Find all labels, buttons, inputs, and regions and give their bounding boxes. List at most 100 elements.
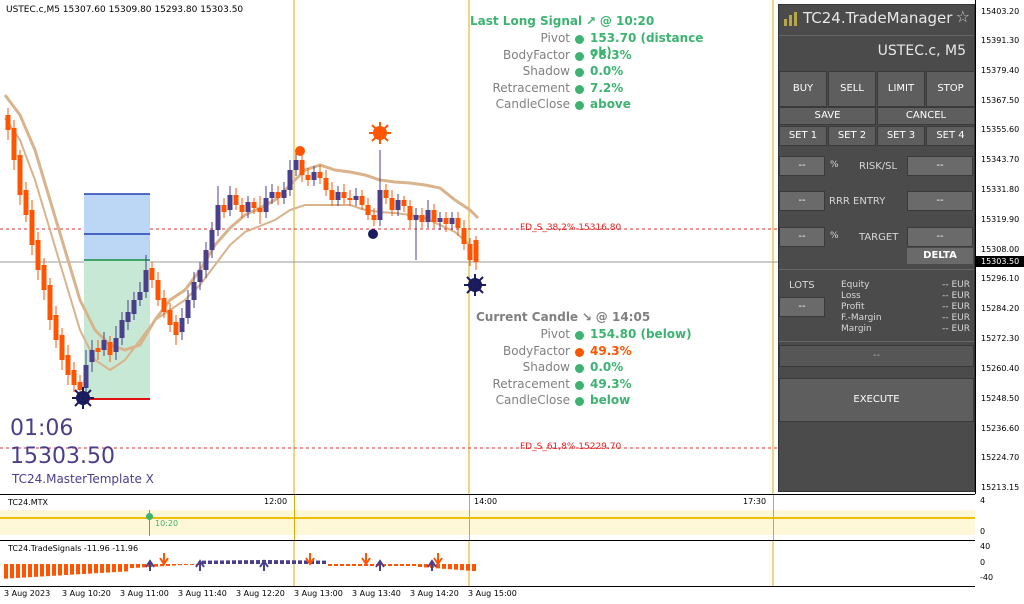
histogram-bar: [418, 564, 422, 567]
histogram-bar: [352, 564, 356, 566]
price-tick: 15284.20: [981, 304, 1020, 313]
account-value: -- EUR: [942, 291, 970, 301]
histogram-bar: [316, 560, 320, 564]
set3-button[interactable]: SET 3: [877, 126, 925, 146]
buy-button[interactable]: BUY: [779, 71, 827, 107]
candle-body: [35, 240, 41, 270]
sell-button[interactable]: SELL: [828, 71, 876, 107]
histogram-bar: [406, 564, 410, 566]
candle-body: [71, 370, 77, 385]
signal-dot: [146, 513, 153, 520]
account-label: F.-Margin: [841, 313, 882, 323]
time-axis-label: 3 Aug 12:20: [236, 589, 285, 598]
mt-chart-window: USTEC.c,M5 15307.60 15309.80 15293.80 15…: [0, 0, 1024, 604]
stop-button[interactable]: STOP: [926, 71, 975, 107]
candle-body: [389, 198, 395, 210]
candle-body: [269, 192, 275, 198]
histogram-bar: [124, 564, 128, 572]
delta-button[interactable]: DELTA: [907, 248, 973, 264]
status-dot-icon: [575, 347, 584, 357]
account-value: -- EUR: [942, 313, 970, 323]
candle-body: [197, 270, 203, 282]
countdown-timer: 01:06: [10, 416, 74, 441]
histogram-bar: [250, 560, 254, 564]
price-tick: 15355.60: [981, 125, 1020, 134]
price-tick: 15260.40: [981, 364, 1020, 373]
set4-button[interactable]: SET 4: [926, 126, 975, 146]
candle-body: [299, 160, 305, 175]
histogram-bar: [448, 564, 452, 570]
symbol-header: USTEC.c,M5 15307.60 15309.80 15293.80 15…: [6, 5, 244, 15]
candle-body: [443, 218, 449, 224]
histogram-bar: [400, 564, 404, 566]
lots-input[interactable]: --: [779, 297, 825, 317]
candle-body: [203, 250, 209, 270]
template-name: TC24.MasterTemplate X: [12, 472, 154, 486]
save-button[interactable]: SAVE: [779, 107, 876, 125]
histogram-bar: [88, 564, 92, 574]
risk-input[interactable]: --: [779, 156, 825, 176]
price-tick: 15331.80: [981, 185, 1020, 194]
mtx-panel: TC24.MTX 12:00 14:00 17:30 10:20: [0, 494, 975, 541]
histogram-bar: [58, 564, 62, 576]
mtx-axis-zero: 0: [980, 527, 986, 536]
candle-body: [143, 270, 149, 292]
fd-level-label: FD_S_61,8% 15229.70: [520, 442, 622, 452]
star-icon[interactable]: ☆: [956, 7, 970, 26]
candle-body: [137, 292, 143, 300]
set2-button[interactable]: SET 2: [828, 126, 876, 146]
sl-input[interactable]: --: [907, 156, 973, 176]
candle-body: [413, 215, 419, 220]
status-bar: --: [779, 345, 974, 367]
candle-body: [293, 160, 299, 170]
candle-body: [437, 218, 443, 222]
signals-axis-top: 40: [980, 542, 991, 551]
candle-body: [113, 338, 119, 352]
histogram-bar: [136, 564, 140, 568]
current-candle-header: Current Candle: [476, 310, 579, 324]
candle-body: [149, 268, 155, 280]
histogram-bar: [244, 560, 248, 564]
histogram-bar: [274, 560, 278, 564]
signals-axis-bottom: -40: [980, 573, 994, 582]
histogram-bar: [424, 564, 428, 568]
candle-body: [431, 210, 437, 222]
rrr-input[interactable]: --: [779, 191, 825, 211]
candle-body: [329, 190, 335, 200]
candle-body: [371, 215, 377, 220]
candle-body: [275, 192, 281, 198]
status-dot-icon: [575, 101, 584, 110]
price-axis[interactable]: 15403.20 15391.30 15379.40 15367.50 15355.60…: [975, 0, 1024, 494]
histogram-bar: [346, 564, 350, 566]
histogram-bar: [82, 564, 86, 574]
histogram-bar: [166, 564, 170, 566]
price-tick: 15403.20: [981, 7, 1020, 16]
limit-button[interactable]: LIMIT: [877, 71, 925, 107]
status-dot-icon: [575, 35, 584, 44]
histogram-bar: [190, 564, 194, 565]
arrow-up-icon: [145, 559, 155, 571]
candle-body: [305, 175, 311, 180]
candle-body: [377, 190, 383, 220]
histogram-bar: [442, 564, 446, 569]
target-input[interactable]: --: [907, 227, 973, 247]
execute-button[interactable]: EXECUTE: [779, 378, 974, 422]
price-tick: 15308.00: [981, 245, 1020, 254]
cancel-button[interactable]: CANCEL: [877, 107, 975, 125]
set1-button[interactable]: SET 1: [779, 126, 827, 146]
histogram-bar: [268, 560, 272, 564]
histogram-bar: [322, 560, 326, 564]
signal-row-label: BodyFactor: [502, 47, 570, 62]
histogram-bar: [4, 564, 8, 579]
candle-body: [221, 205, 227, 212]
arrow-up-icon: [375, 559, 385, 571]
price-tick: 15236.60: [981, 424, 1020, 433]
current-candle-time: @ 14:05: [595, 310, 651, 324]
entry-input[interactable]: --: [907, 191, 973, 211]
candle-body: [461, 228, 467, 244]
candle-body: [173, 322, 179, 335]
histogram-bar: [208, 560, 212, 564]
target-percent-input[interactable]: --: [779, 227, 825, 247]
histogram-bar: [388, 564, 392, 566]
arrow-down-icon: [361, 553, 371, 566]
